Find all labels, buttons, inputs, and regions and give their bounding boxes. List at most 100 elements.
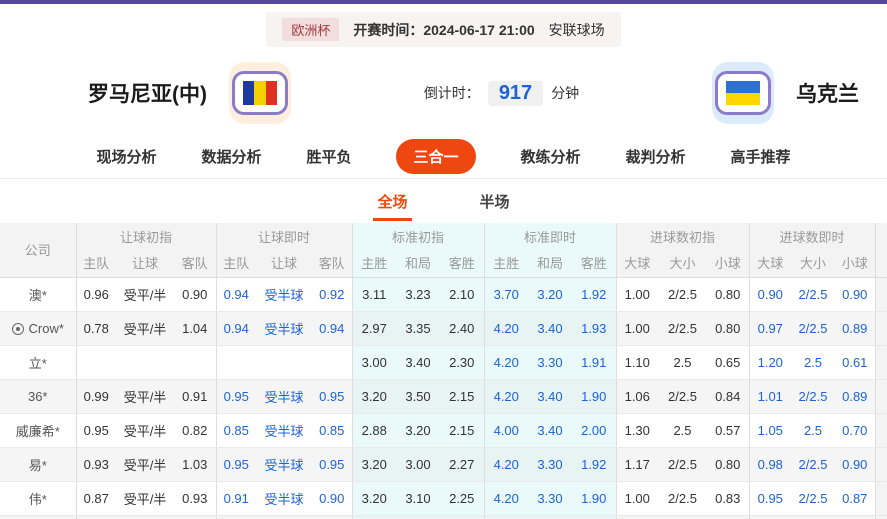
nav-tab-0[interactable]: 现场分析 — [96, 146, 156, 167]
odds-cell[interactable]: 2/2.5 — [791, 379, 836, 414]
odds-cell — [174, 345, 216, 380]
table-row-clipped — [0, 515, 887, 519]
nav-tab-5[interactable]: 裁判分析 — [626, 146, 686, 167]
odds-cell[interactable]: 0.94 — [215, 277, 256, 312]
odds-cell — [75, 345, 116, 380]
odds-cell: 2.15 — [440, 413, 484, 448]
countdown: 倒计时： 917 分钟 — [424, 80, 579, 106]
odds-table-body: 澳* 0.96 受平/半 0.90 0.94 受半球 0.92 3.11 3.23 2.10 3.7… — [0, 277, 887, 519]
odds-cell[interactable]: 3.30 — [528, 481, 572, 516]
sub-tab-1[interactable]: 半场 — [476, 185, 514, 221]
odds-cell[interactable]: 4.00 — [483, 413, 528, 448]
odds-cell[interactable]: 4.20 — [483, 345, 528, 380]
odds-cell[interactable]: 2.5 — [791, 413, 836, 448]
odds-cell: 受平/半 — [116, 481, 174, 516]
odds-cell: 2.25 — [440, 481, 484, 516]
nav-tab-1[interactable]: 数据分析 — [201, 146, 261, 167]
odds-cell[interactable]: 1.01 — [748, 379, 792, 414]
odds-cell: 1.06 — [615, 379, 658, 414]
odds-cell[interactable]: 1.90 — [572, 481, 616, 516]
odds-cell: 1.00 — [615, 481, 658, 516]
odds-cell[interactable]: 3.40 — [528, 311, 572, 346]
odds-cell: 2.40 — [440, 311, 484, 346]
odds-cell[interactable]: 4.20 — [483, 311, 528, 346]
odds-cell: 受平/半 — [116, 311, 174, 346]
odds-cell[interactable]: 0.90 — [835, 277, 876, 312]
odds-cell[interactable]: 0.89 — [835, 379, 876, 414]
odds-cell[interactable]: 2.00 — [572, 413, 616, 448]
odds-cell[interactable]: 3.40 — [528, 413, 572, 448]
odds-cell[interactable]: 0.87 — [835, 481, 876, 516]
odds-cell[interactable]: 4.20 — [483, 379, 528, 414]
odds-cell[interactable]: 0.90 — [748, 277, 792, 312]
odds-cell[interactable]: 0.90 — [312, 481, 352, 516]
odds-cell[interactable]: 1.92 — [572, 277, 616, 312]
odds-cell[interactable]: 0.95 — [215, 447, 256, 482]
odds-cell: 2/2.5 — [658, 311, 707, 346]
odds-cell[interactable]: 2/2.5 — [791, 481, 836, 516]
odds-cell[interactable]: 0.90 — [835, 447, 876, 482]
odds-cell[interactable]: 0.89 — [835, 311, 876, 346]
odds-cell[interactable]: 3.40 — [528, 379, 572, 414]
odds-cell[interactable]: 0.61 — [835, 345, 876, 380]
odds-cell[interactable]: 3.30 — [528, 447, 572, 482]
sub-header-1-2: 客队 — [312, 249, 352, 277]
odds-cell[interactable]: 受半球 — [256, 311, 312, 346]
odds-cell[interactable]: 1.93 — [572, 311, 616, 346]
odds-cell: 3.40 — [396, 345, 440, 380]
cutoff-column — [874, 223, 887, 277]
odds-cell: 0.80 — [707, 311, 750, 346]
odds-cell[interactable]: 受半球 — [256, 277, 312, 312]
nav-tab-4[interactable]: 教练分析 — [521, 146, 581, 167]
odds-cell[interactable]: 0.85 — [312, 413, 352, 448]
odds-cell[interactable]: 1.92 — [572, 447, 616, 482]
odds-cell[interactable]: 2/2.5 — [791, 447, 836, 482]
nav-tab-3[interactable]: 三合一 — [396, 139, 476, 174]
odds-cell[interactable]: 0.92 — [312, 277, 352, 312]
odds-cell[interactable]: 1.90 — [572, 379, 616, 414]
odds-cell: 3.20 — [351, 447, 396, 482]
odds-cell[interactable]: 0.94 — [215, 311, 256, 346]
company-cell: 澳* — [0, 277, 76, 312]
sub-tab-0[interactable]: 全场 — [373, 185, 412, 221]
sub-header-0-1: 让球 — [116, 249, 174, 277]
odds-cell[interactable]: 受半球 — [256, 481, 312, 516]
odds-cell[interactable]: 0.95 — [215, 379, 256, 414]
odds-cell[interactable]: 受半球 — [256, 447, 312, 482]
nav-tab-2[interactable]: 胜平负 — [306, 146, 351, 167]
odds-cell[interactable]: 0.98 — [748, 447, 792, 482]
odds-cell[interactable]: 0.94 — [312, 311, 352, 346]
odds-cell[interactable]: 1.91 — [572, 345, 616, 380]
group-header-1: 让球即时 — [215, 223, 352, 249]
odds-cell: 0.84 — [707, 379, 750, 414]
odds-cell[interactable]: 0.70 — [835, 413, 876, 448]
odds-cell[interactable]: 2/2.5 — [791, 311, 836, 346]
company-cell: 36* — [0, 379, 76, 414]
odds-cell[interactable]: 3.20 — [528, 277, 572, 312]
odds-cell[interactable]: 4.20 — [483, 447, 528, 482]
odds-cell[interactable]: 2/2.5 — [791, 277, 836, 312]
odds-cell[interactable]: 0.95 — [312, 447, 352, 482]
odds-cell[interactable]: 受半球 — [256, 413, 312, 448]
odds-cell[interactable]: 0.95 — [748, 481, 792, 516]
company-cell: Crow* — [0, 311, 76, 346]
odds-cell[interactable]: 0.97 — [748, 311, 792, 346]
odds-cell: 受平/半 — [116, 413, 174, 448]
odds-cell: 2.5 — [658, 345, 707, 380]
odds-cell[interactable]: 1.05 — [748, 413, 792, 448]
odds-cell[interactable]: 1.20 — [748, 345, 792, 380]
teams-header: 罗马尼亚(中) 倒计时： 917 分钟 乌克兰 — [0, 51, 887, 135]
odds-table-head: 公司 让球初指 让球即时 标准初指 标准即时 进球数初指 进球数即时 主队 让球 客队 主队 让球 客队… — [0, 223, 887, 277]
odds-cell[interactable]: 0.91 — [215, 481, 256, 516]
nav-tab-6[interactable]: 高手推荐 — [731, 146, 791, 167]
cutoff-cell — [874, 277, 887, 312]
odds-cell[interactable]: 4.20 — [483, 481, 528, 516]
home-flag-badge — [229, 62, 291, 124]
odds-cell[interactable]: 2.5 — [791, 345, 836, 380]
odds-cell[interactable]: 0.95 — [312, 379, 352, 414]
odds-cell: 2.97 — [351, 311, 396, 346]
odds-cell[interactable]: 受半球 — [256, 379, 312, 414]
odds-cell[interactable]: 0.85 — [215, 413, 256, 448]
odds-cell[interactable]: 3.70 — [483, 277, 528, 312]
odds-cell[interactable]: 3.30 — [528, 345, 572, 380]
